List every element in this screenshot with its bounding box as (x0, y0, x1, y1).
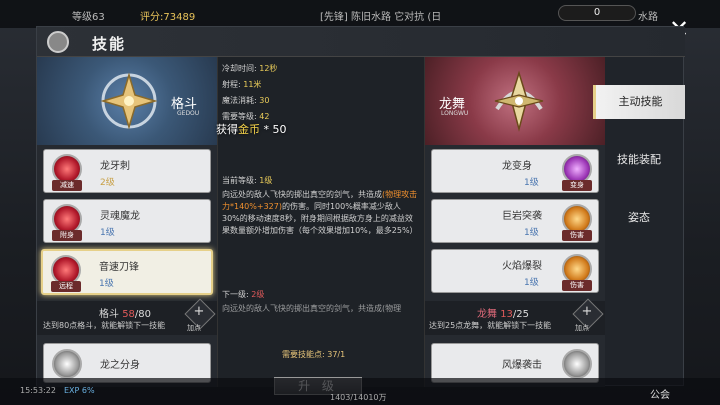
skill-level: 1级 (524, 278, 539, 288)
skill-tag: 远程 (51, 281, 81, 292)
skill-name: 火焰爆裂 (502, 261, 542, 272)
skill-card-4[interactable]: 风爆袭击 (431, 343, 599, 383)
skill-card-4[interactable]: 龙之分身 (43, 343, 211, 383)
progress-note: 达到25点龙舞，就能解锁下一技能 (429, 321, 552, 330)
skill-card-1[interactable]: 变身 龙变身 1级 (431, 149, 599, 193)
skill-tag: 变身 (562, 180, 592, 191)
gold-counter: 0 (558, 5, 636, 21)
skill-tag: 附身 (52, 230, 82, 241)
hero-banner-longwu: 龙舞 LONGWU (425, 57, 605, 145)
skill-level: 1级 (99, 279, 114, 289)
skill-card-2[interactable]: 伤害 巨岩突袭 1级 (431, 199, 599, 243)
location-label: 水路 (638, 12, 658, 23)
top-hud: 等级63 评分:73489 [先锋] 陈旧水路 它对抗 (日 0 水路 (0, 0, 720, 28)
tab-active-skills[interactable]: 主动技能 (593, 85, 685, 119)
skill-name: 音速刀锋 (99, 262, 139, 273)
skill-name: 风爆袭击 (502, 360, 542, 371)
skill-name: 巨岩突袭 (502, 211, 542, 222)
exp-label: EXP 6% (64, 386, 95, 395)
next-description: 向远处的敌人飞快的掷出真空的剑气，共造成(物理 (222, 304, 402, 313)
star-emblem-icon (494, 70, 544, 132)
plus-icon: + (193, 304, 205, 319)
skill-tag: 减速 (52, 180, 82, 191)
plus-label: 加点 (187, 324, 201, 332)
exp-counter: 1403/14010万 (330, 393, 387, 402)
panel-title: 技能 (92, 35, 127, 53)
skill-description: 向远处的敌人飞快的掷出真空的剑气，共造成(物理攻击力*140%+327)的伤害。… (222, 190, 418, 235)
bottom-hud: 15:53:22 EXP 6% 1403/14010万 公会 (0, 378, 720, 405)
plus-icon: + (581, 304, 593, 319)
right-skill-tree: 龙舞 LONGWU 变身 龙变身 1级 伤害 巨岩突袭 1级 伤害 火焰爆裂 1… (425, 57, 605, 387)
skill-name: 龙变身 (502, 161, 532, 172)
skill-level: 1级 (100, 228, 115, 238)
player-score: 评分:73489 (140, 12, 196, 23)
clock: 15:53:22 (20, 386, 56, 395)
skill-detail: 冷却时间: 12秒 射程: 11米 魔法消耗: 30 需要等级: 42 当前等级… (217, 57, 425, 395)
skill-level: 1级 (524, 228, 539, 238)
points-required: 需要技能点: 37/1 (282, 350, 346, 359)
hero-banner-gedou: 格斗 GEDOU (37, 57, 217, 145)
cross-emblem-icon (100, 72, 158, 130)
progress-label: 龙舞 13/25 (477, 309, 530, 320)
left-skill-tree: 格斗 GEDOU 减速 龙牙刺 2级 附身 灵魂魔龙 1级 远程 音速刀锋 1级… (37, 57, 217, 387)
plus-label: 加点 (575, 324, 589, 332)
skill-level: 1级 (524, 178, 539, 188)
tab-skill-loadout[interactable]: 技能装配 (593, 143, 685, 177)
skill-card-1[interactable]: 减速 龙牙刺 2级 (43, 149, 211, 193)
cooldown-line: 冷却时间: 12秒 (222, 64, 278, 73)
skill-name: 灵魂魔龙 (100, 211, 140, 222)
skill-name: 龙之分身 (100, 360, 140, 371)
mana-line: 魔法消耗: 30 (222, 96, 270, 105)
current-level-line: 当前等级: 1级 (222, 176, 273, 185)
skill-tag: 伤害 (562, 280, 592, 291)
longwu-progress: 龙舞 13/25 达到25点龙舞，就能解锁下一技能 + 加点 (425, 298, 605, 335)
guild-button[interactable]: 公会 (650, 386, 670, 401)
skill-name: 龙牙刺 (100, 161, 130, 172)
skill-tag: 伤害 (562, 230, 592, 241)
progress-label: 格斗 58/80 (99, 309, 152, 320)
skill-book-icon (47, 31, 69, 53)
skill-level: 2级 (100, 178, 115, 188)
next-level-line: 下一级: 2级 (222, 290, 265, 299)
hero-subtitle: GEDOU (177, 110, 200, 117)
progress-note: 达到80点格斗，就能解锁下一技能 (43, 321, 166, 330)
range-line: 射程: 11米 (222, 80, 262, 89)
skill-card-3-selected[interactable]: 远程 音速刀锋 1级 (41, 249, 213, 295)
gold-reward-popup: 获得金币 * 50 (216, 123, 287, 136)
skill-dragon-clone-icon (52, 349, 82, 379)
channel-text: [先锋] 陈旧水路 它对抗 (日 (320, 12, 442, 23)
tab-stance[interactable]: 姿态 (593, 201, 685, 235)
hero-subtitle: LONGWU (441, 110, 469, 117)
skill-tabs: 主动技能 技能装配 姿态 (593, 75, 685, 285)
skill-panel: 技能 格斗 GEDOU 减速 龙牙刺 2级 附身 灵魂魔龙 1级 远程 音速刀锋… (36, 26, 685, 395)
skill-card-2[interactable]: 附身 灵魂魔龙 1级 (43, 199, 211, 243)
skill-card-3[interactable]: 伤害 火焰爆裂 1级 (431, 249, 599, 293)
gedou-progress: 格斗 58/80 达到80点格斗，就能解锁下一技能 + 加点 (37, 298, 217, 335)
skill-wind-blast-icon (562, 349, 592, 379)
panel-header: 技能 (37, 27, 685, 57)
player-level: 等级63 (72, 12, 105, 23)
